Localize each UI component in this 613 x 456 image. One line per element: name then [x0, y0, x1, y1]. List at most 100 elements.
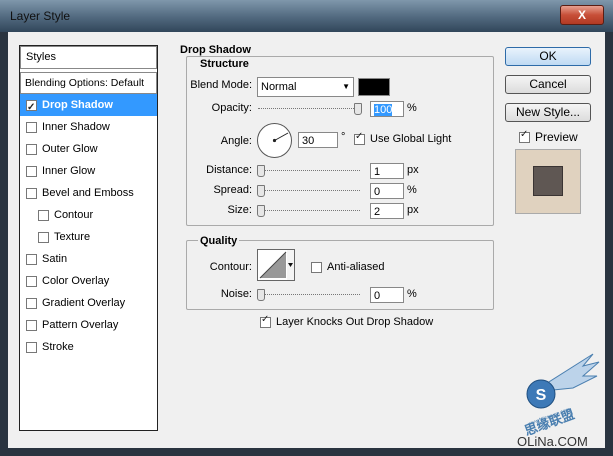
noise-input[interactable]: 0 — [370, 287, 404, 303]
cancel-button[interactable]: Cancel — [505, 75, 591, 94]
opacity-value: 100 — [374, 104, 393, 116]
distance-unit: px — [407, 164, 419, 176]
blending-options-item[interactable]: Blending Options: Default — [20, 72, 157, 94]
spread-input[interactable]: 0 — [370, 183, 404, 199]
size-input[interactable]: 2 — [370, 203, 404, 219]
distance-input[interactable]: 1 — [370, 163, 404, 179]
distance-value: 1 — [374, 166, 381, 178]
use-global-light-box[interactable] — [354, 131, 365, 145]
knockout-label: Layer Knocks Out Drop Shadow — [276, 316, 434, 328]
style-item-drop-shadow[interactable]: Drop Shadow — [20, 94, 157, 119]
style-item-outer-glow[interactable]: Outer Glow — [20, 138, 157, 160]
opacity-input[interactable]: 100 — [370, 101, 404, 117]
style-item-contour[interactable]: Contour — [20, 204, 157, 226]
ok-button[interactable]: OK — [505, 47, 591, 66]
blend-mode-value: Normal — [261, 81, 297, 93]
spread-value: 0 — [374, 186, 381, 198]
noise-slider-track[interactable] — [258, 294, 360, 295]
noise-value: 0 — [374, 290, 381, 302]
style-item-label: Contour — [54, 209, 94, 221]
spread-slider-track[interactable] — [258, 190, 360, 191]
anti-aliased-box[interactable] — [311, 261, 322, 273]
blend-mode-select[interactable]: Normal ▼ — [257, 77, 354, 97]
style-item-gradient-overlay[interactable]: Gradient Overlay — [20, 292, 157, 314]
preview-box-check[interactable] — [519, 129, 530, 143]
angle-dial[interactable] — [257, 123, 292, 158]
spread-slider-thumb[interactable] — [257, 185, 265, 197]
contour-picker[interactable] — [257, 249, 295, 281]
style-item-label: Outer Glow — [42, 143, 98, 155]
shadow-color-swatch[interactable] — [358, 78, 390, 96]
anti-aliased-checkbox[interactable]: Anti-aliased — [311, 261, 384, 273]
style-item-label: Inner Glow — [42, 165, 96, 177]
style-item-pattern-overlay[interactable]: Pattern Overlay — [20, 314, 157, 336]
style-item-checkbox[interactable] — [26, 275, 37, 287]
noise-unit: % — [407, 288, 417, 300]
structure-title: Structure — [198, 58, 251, 70]
angle-dial-needle — [272, 132, 289, 143]
use-global-light-label: Use Global Light — [370, 133, 452, 145]
style-item-texture[interactable]: Texture — [20, 226, 157, 248]
style-item-checkbox[interactable] — [26, 165, 37, 177]
close-icon: X — [577, 8, 586, 22]
distance-slider-track[interactable] — [258, 170, 360, 171]
style-item-checkbox[interactable] — [26, 319, 37, 331]
quality-title: Quality — [198, 235, 240, 247]
size-value: 2 — [374, 206, 381, 218]
noise-slider-thumb[interactable] — [257, 289, 265, 301]
styles-header[interactable]: Styles — [20, 46, 157, 69]
size-slider-thumb[interactable] — [257, 205, 265, 217]
style-item-checkbox[interactable] — [38, 209, 49, 221]
blend-mode-label: Blend Mode: — [190, 79, 252, 91]
style-item-checkbox[interactable] — [26, 341, 37, 353]
contour-label: Contour: — [209, 261, 252, 273]
knockout-box[interactable] — [260, 314, 271, 328]
style-item-stroke[interactable]: Stroke — [20, 336, 157, 358]
style-item-checkbox[interactable] — [26, 297, 37, 309]
distance-slider-thumb[interactable] — [257, 165, 265, 177]
style-item-inner-glow[interactable]: Inner Glow — [20, 160, 157, 182]
style-item-checkbox[interactable] — [26, 253, 37, 265]
new-style-button[interactable]: New Style... — [505, 103, 591, 122]
preview-checkbox[interactable]: Preview — [519, 129, 578, 144]
style-item-checkbox[interactable] — [26, 143, 37, 155]
size-unit: px — [407, 204, 419, 216]
style-item-label: Inner Shadow — [42, 121, 110, 133]
angle-unit: ° — [341, 131, 346, 143]
style-item-checkbox[interactable] — [26, 187, 37, 199]
size-slider-track[interactable] — [258, 210, 360, 211]
style-item-bevel-and-emboss[interactable]: Bevel and Emboss — [20, 182, 157, 204]
title-bar: Layer Style X — [0, 0, 613, 32]
distance-label: Distance: — [206, 164, 252, 176]
style-item-checkbox[interactable] — [38, 231, 49, 243]
anti-aliased-label: Anti-aliased — [327, 261, 385, 273]
style-item-checkbox[interactable] — [26, 121, 37, 133]
opacity-slider-thumb[interactable] — [354, 103, 362, 115]
opacity-unit: % — [407, 102, 417, 114]
styles-list-panel: Styles Blending Options: Default Drop Sh… — [19, 45, 158, 431]
style-item-label: Gradient Overlay — [42, 297, 126, 309]
opacity-slider-track[interactable] — [258, 108, 360, 109]
window-title: Layer Style — [10, 9, 71, 23]
style-item-label: Satin — [42, 253, 68, 265]
chevron-down-icon: ▼ — [342, 82, 350, 91]
style-item-label: Stroke — [42, 341, 74, 353]
angle-value: 30 — [302, 135, 315, 147]
logo-letter: S — [536, 387, 547, 404]
angle-input[interactable]: 30 — [298, 132, 338, 148]
dialog-client: Styles Blending Options: Default Drop Sh… — [8, 32, 605, 448]
style-item-label: Pattern Overlay — [42, 319, 119, 331]
spread-label: Spread: — [213, 184, 252, 196]
style-items-list: Drop Shadow Inner Shadow Outer Glow Inner G… — [20, 94, 157, 358]
drop-shadow-title: Drop Shadow — [180, 44, 251, 56]
style-item-satin[interactable]: Satin — [20, 248, 157, 270]
use-global-light-checkbox[interactable]: Use Global Light — [354, 131, 452, 145]
knockout-checkbox[interactable]: Layer Knocks Out Drop Shadow — [260, 314, 434, 328]
close-button[interactable]: X — [560, 5, 604, 25]
preview-label: Preview — [535, 130, 578, 144]
style-item-label: Texture — [54, 231, 91, 243]
style-item-checkbox[interactable] — [26, 97, 37, 119]
style-item-color-overlay[interactable]: Color Overlay — [20, 270, 157, 292]
style-item-inner-shadow[interactable]: Inner Shadow — [20, 116, 157, 138]
style-item-label: Color Overlay — [42, 275, 110, 287]
